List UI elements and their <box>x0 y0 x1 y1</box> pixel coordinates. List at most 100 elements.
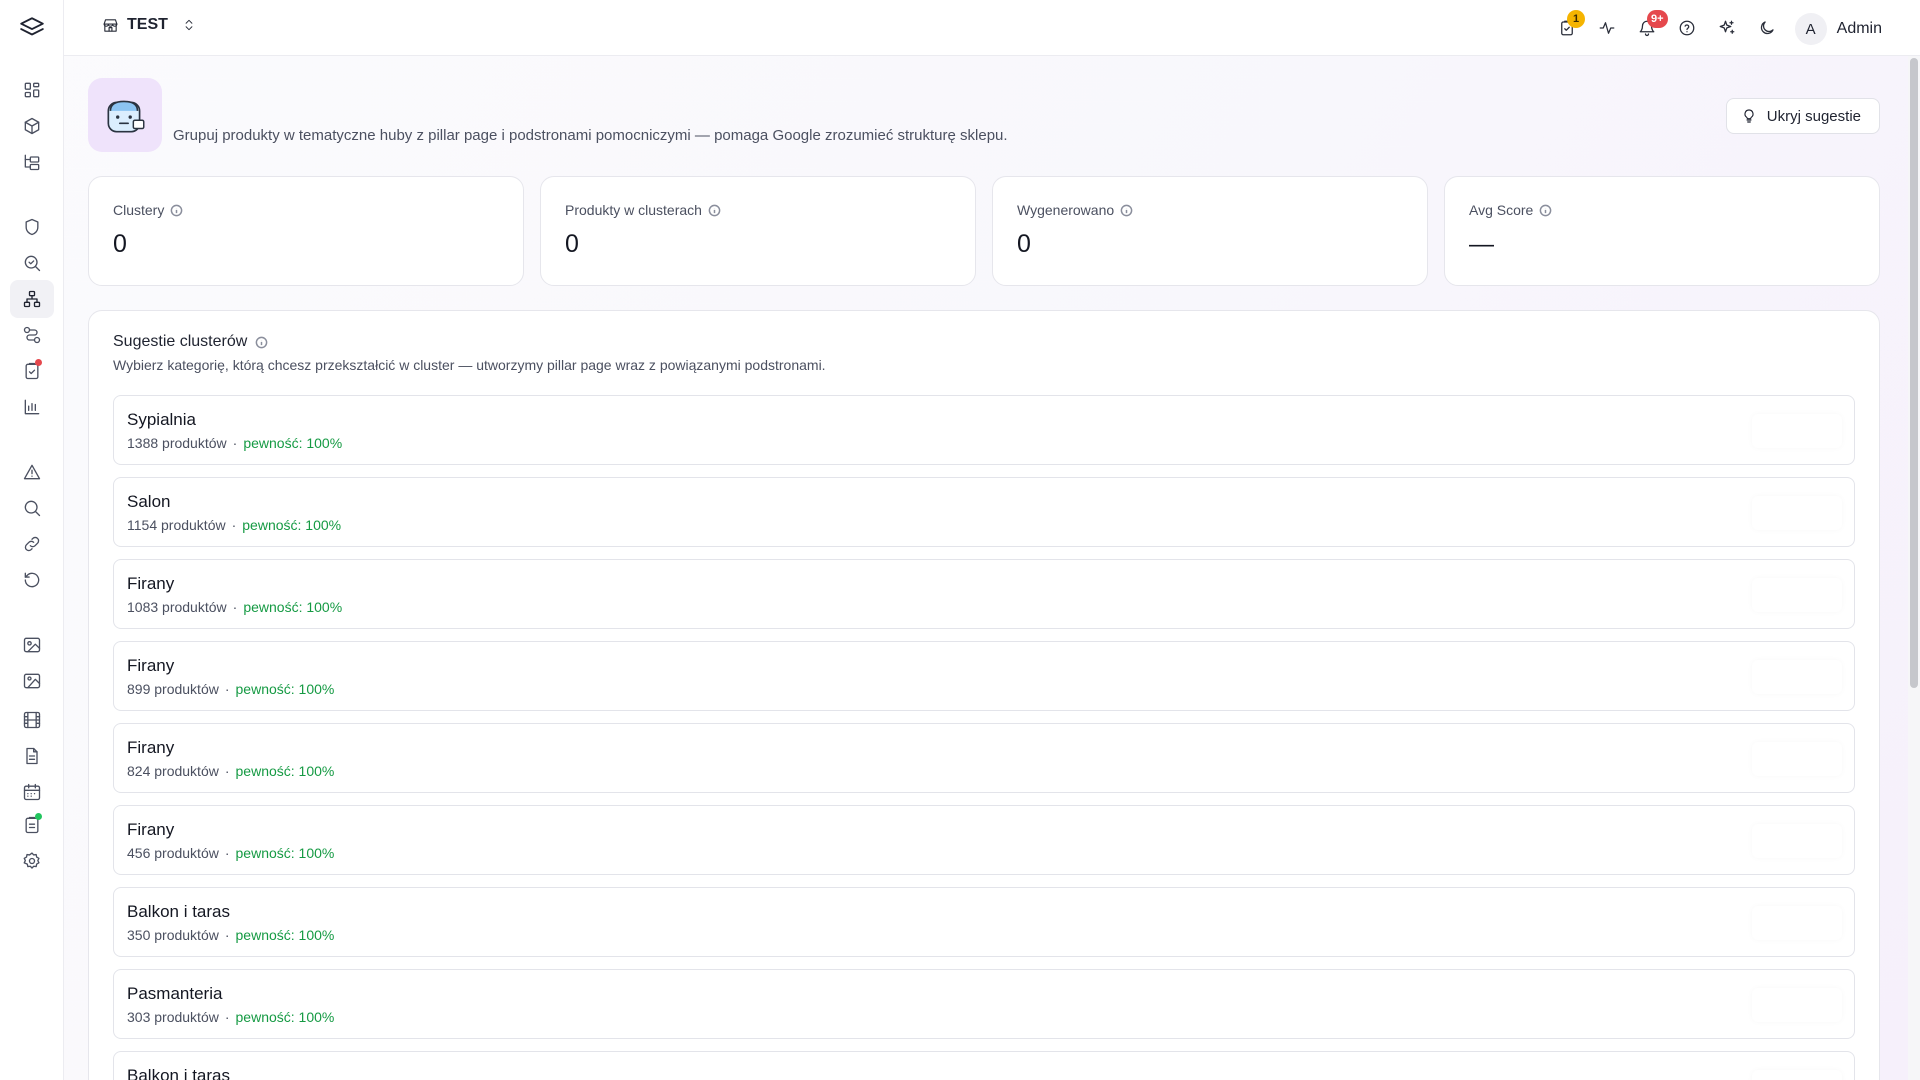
suggestion-name: Firany <box>127 820 175 839</box>
sidebar-item-links[interactable] <box>10 525 54 563</box>
cluster-suggestion-row[interactable]: Firany 824 produktów · pewność: 100% <box>113 723 1855 793</box>
create-cluster-button[interactable] <box>1752 496 1842 530</box>
cluster-suggestion-row[interactable]: Sypialnia 1388 produktów · pewność: 100% <box>113 395 1855 465</box>
chevrons-up-down-icon <box>185 19 193 31</box>
cluster-suggestion-row[interactable]: Salon 1154 produktów · pewność: 100% <box>113 477 1855 547</box>
suggestion-meta: 824 produktów · pewność: 100% <box>127 763 1841 779</box>
notifications-badge: 9+ <box>1647 10 1668 28</box>
store-name: TEST <box>127 16 168 33</box>
cluster-suggestion-row[interactable]: Pasmanteria 303 produktów · pewność: 100% <box>113 969 1855 1039</box>
cluster-suggestion-row[interactable]: Firany 456 produktów · pewność: 100% <box>113 805 1855 875</box>
product-count: 824 produktów <box>127 763 219 779</box>
main-content: Grupuj produkty w tematyczne huby z pill… <box>88 78 1880 1080</box>
confidence: pewność: 100% <box>235 681 335 697</box>
meta-separator: · <box>224 763 230 779</box>
cluster-suggestion-row[interactable]: Balkon i taras <box>113 1051 1855 1080</box>
layers-logo-icon[interactable] <box>18 14 46 42</box>
cluster-suggestion-row[interactable]: Firany 1083 produktów · pewność: 100% <box>113 559 1855 629</box>
bar-chart-icon <box>22 397 42 417</box>
cluster-suggestion-row[interactable]: Balkon i taras 350 produktów · pewność: 100… <box>113 887 1855 957</box>
suggestion-meta: 456 produktów · pewność: 100% <box>127 845 1841 861</box>
create-cluster-button[interactable] <box>1752 988 1842 1022</box>
stat-value: 0 <box>1017 230 1031 258</box>
sidebar-item-seo-search[interactable] <box>10 244 54 282</box>
sidebar-item-search[interactable] <box>10 489 54 527</box>
folder-tree-icon <box>22 152 42 172</box>
sidebar-item-categories[interactable] <box>10 143 54 181</box>
suggestion-meta: 899 produktów · pewność: 100% <box>127 681 1841 697</box>
stat-label: Produkty w clusterach <box>565 202 702 218</box>
sidebar-item-history[interactable] <box>10 561 54 599</box>
suggestion-meta: 1388 produktów · pewność: 100% <box>127 435 1841 451</box>
create-cluster-button[interactable] <box>1752 578 1842 612</box>
suggestion-name: Salon <box>127 492 171 511</box>
sidebar-item-security[interactable] <box>10 208 54 246</box>
robot-mascot-icon <box>88 78 162 152</box>
stat-card-clusters: Clustery 0 <box>88 176 524 286</box>
sidebar-item-tasks[interactable] <box>10 352 54 390</box>
create-cluster-button[interactable] <box>1752 414 1842 448</box>
help-button[interactable] <box>1673 14 1701 42</box>
panel-title: Sugestie clusterów <box>113 333 248 350</box>
topbar: TEST 1 9+ A Admin <box>64 0 1920 56</box>
sidebar-item-alerts[interactable] <box>10 453 54 491</box>
stat-value: 0 <box>113 230 127 258</box>
sidebar-item-dashboard[interactable] <box>10 71 54 109</box>
package-icon <box>22 116 42 136</box>
sidebar-item-reports[interactable] <box>10 806 54 844</box>
suggestion-meta: 303 produktów · pewność: 100% <box>127 1009 1841 1025</box>
sidebar-item-documents[interactable] <box>10 737 54 775</box>
hide-suggestions-button[interactable]: Ukryj sugestie <box>1725 98 1880 134</box>
info-icon[interactable] <box>170 204 183 217</box>
create-cluster-button[interactable] <box>1752 742 1842 776</box>
meta-separator: · <box>224 681 230 697</box>
link-icon <box>22 534 42 554</box>
calendar-icon <box>22 782 42 802</box>
info-icon[interactable] <box>255 336 268 349</box>
sidebar-item-products[interactable] <box>10 107 54 145</box>
suggestion-meta: 1083 produktów · pewność: 100% <box>127 599 1841 615</box>
sidebar-item-images[interactable] <box>10 626 54 664</box>
sidebar-item-gallery[interactable] <box>10 662 54 700</box>
info-icon[interactable] <box>708 204 721 217</box>
rotate-ccw-icon <box>22 570 42 590</box>
tasks-button[interactable]: 1 <box>1553 10 1585 42</box>
notifications-button[interactable]: 9+ <box>1633 10 1668 42</box>
create-cluster-button[interactable] <box>1752 660 1842 694</box>
store-switcher[interactable]: TEST <box>102 16 196 34</box>
info-icon[interactable] <box>1539 204 1552 217</box>
sidebar-item-videos[interactable] <box>10 701 54 739</box>
search-check-icon <box>22 253 42 273</box>
activity-button[interactable] <box>1593 14 1621 42</box>
product-count: 1154 produktów <box>127 517 226 533</box>
intro-description: Grupuj produkty w tematyczne huby z pill… <box>173 127 1008 144</box>
sidebar-item-clusters[interactable] <box>10 280 54 318</box>
sidebar-item-settings[interactable] <box>10 842 54 880</box>
suggestion-name: Firany <box>127 656 175 675</box>
sidebar-item-analytics[interactable] <box>10 388 54 426</box>
create-cluster-button[interactable] <box>1752 824 1842 858</box>
scrollbar-thumb[interactable] <box>1910 58 1918 688</box>
create-cluster-button[interactable] <box>1752 1070 1842 1080</box>
ai-assistant-button[interactable] <box>1713 14 1741 42</box>
confidence: pewność: 100% <box>243 599 343 615</box>
user-name: Admin <box>1836 20 1882 37</box>
avatar: A <box>1794 13 1827 45</box>
alert-triangle-icon <box>22 462 42 482</box>
stat-card-products-in-clusters: Produkty w clusterach 0 <box>540 176 976 286</box>
stats-row: Clustery 0 Produkty w clusterach 0 Wygen… <box>88 176 1880 286</box>
sidebar-item-workflows[interactable] <box>10 316 54 354</box>
suggestion-name: Balkon i taras <box>127 1066 230 1080</box>
stat-card-generated: Wygenerowano 0 <box>992 176 1428 286</box>
product-count: 303 produktów <box>127 1009 219 1025</box>
create-cluster-button[interactable] <box>1752 906 1842 940</box>
meta-separator: · <box>232 435 238 451</box>
theme-toggle-button[interactable] <box>1753 14 1781 42</box>
suggestion-name: Firany <box>127 738 175 757</box>
stat-label: Avg Score <box>1469 202 1534 218</box>
info-icon[interactable] <box>1120 204 1133 217</box>
network-icon <box>22 289 42 309</box>
cluster-suggestion-row[interactable]: Firany 899 produktów · pewność: 100% <box>113 641 1855 711</box>
user-menu[interactable]: A Admin <box>1794 13 1882 45</box>
route-icon <box>22 325 42 345</box>
